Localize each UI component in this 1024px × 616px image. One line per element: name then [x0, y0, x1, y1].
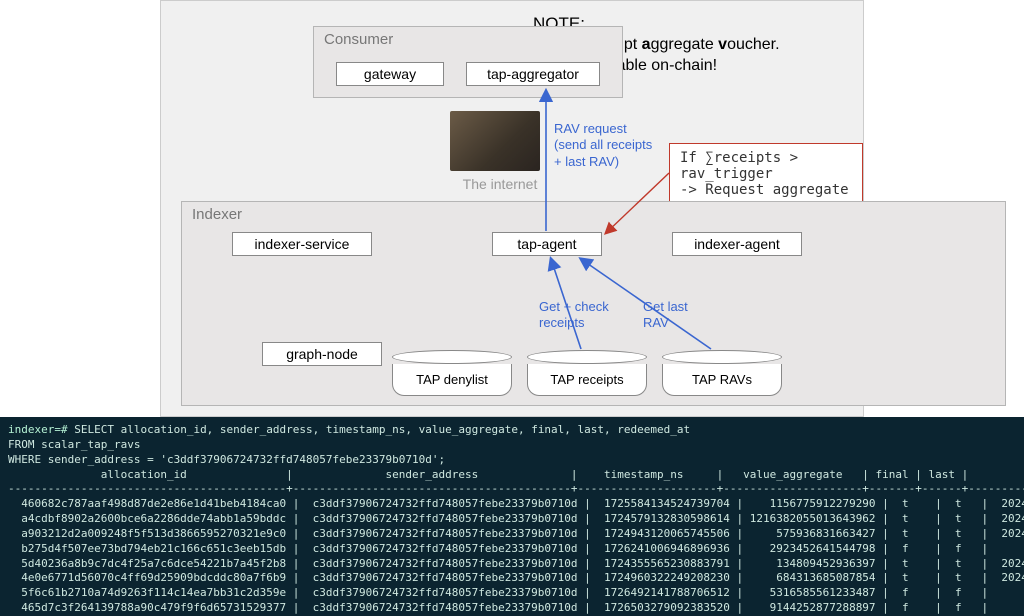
- graph-node-node: graph-node: [262, 342, 382, 366]
- tap-agent-node: tap-agent: [492, 232, 602, 256]
- condition-box: If ∑receipts > rav_trigger -> Request ag…: [669, 143, 863, 205]
- tap-denylist-db: TAP denylist: [392, 357, 512, 399]
- tap-receipts-db: TAP receipts: [527, 357, 647, 399]
- terminal-output: indexer=# SELECT allocation_id, sender_a…: [0, 417, 1024, 616]
- condition-line2: -> Request aggregate: [680, 182, 852, 198]
- internet-image: [450, 111, 540, 171]
- diagram-area: NOTE: RAV = Receipt aggregate voucher. I…: [0, 0, 1024, 417]
- diagram-canvas: NOTE: RAV = Receipt aggregate voucher. I…: [160, 0, 864, 417]
- rav-request-label: RAV request (send all receipts + last RA…: [554, 121, 652, 170]
- consumer-label: Consumer: [324, 31, 393, 48]
- indexer-service-node: indexer-service: [232, 232, 372, 256]
- sql-line3: WHERE sender_address = 'c3ddf37906724732…: [8, 453, 445, 466]
- tap-aggregator-node: tap-aggregator: [466, 62, 600, 86]
- consumer-group: Consumer gateway tap-aggregator: [313, 26, 623, 98]
- get-check-label: Get + check receipts: [539, 299, 609, 332]
- internet-label: The internet: [450, 176, 550, 192]
- condition-line1: If ∑receipts > rav_trigger: [680, 150, 852, 182]
- terminal-table: allocation_id | sender_address | timesta…: [8, 468, 1024, 615]
- tap-ravs-db: TAP RAVs: [662, 357, 782, 399]
- sql-line1: SELECT allocation_id, sender_address, ti…: [74, 423, 690, 436]
- terminal-prompt: indexer=#: [8, 423, 74, 436]
- gateway-node: gateway: [336, 62, 444, 86]
- indexer-agent-node: indexer-agent: [672, 232, 802, 256]
- indexer-label: Indexer: [192, 206, 242, 223]
- sql-line2: FROM scalar_tap_ravs: [8, 438, 140, 451]
- get-last-label: Get last RAV: [643, 299, 688, 332]
